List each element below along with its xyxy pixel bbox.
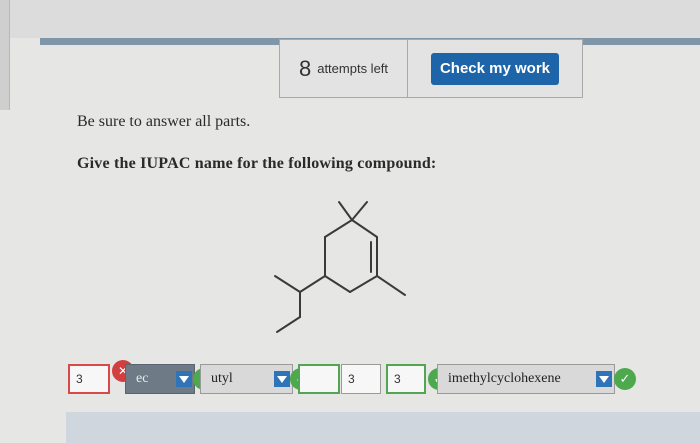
attempts-count: 8 <box>298 55 312 81</box>
locant-4-input[interactable]: 3 <box>386 364 426 394</box>
attempts-indicator: 8 attempts left <box>280 40 408 97</box>
bottom-strip <box>66 412 700 443</box>
chevron-down-icon <box>596 371 612 387</box>
instruction-text: Be sure to answer all parts. <box>77 113 251 130</box>
check-icon: ✓ <box>614 368 636 390</box>
prefix-1-select[interactable]: ec <box>125 364 195 394</box>
name-1-select[interactable]: utyl <box>200 364 293 394</box>
chevron-down-icon <box>274 371 290 387</box>
locant-3-input[interactable]: 3 <box>341 364 381 394</box>
left-panel-edge <box>0 0 10 110</box>
top-band <box>0 0 700 38</box>
attempts-label: attempts left <box>317 61 389 76</box>
name-1-value: utyl <box>211 371 233 386</box>
answer-row: 3 ✕ ec ✓ utyl ✓ 3 3 ✓ imethylcyclohexene… <box>0 360 700 404</box>
prefix-1-value: ec <box>136 371 149 386</box>
question-text: Give the IUPAC name for the following co… <box>77 155 437 172</box>
check-button-wrap: Check my work <box>408 40 582 97</box>
name-2-select[interactable]: imethylcyclohexene <box>437 364 615 394</box>
toolbar: 8 attempts left Check my work <box>279 39 583 98</box>
locant-1-input[interactable]: 3 <box>68 364 110 394</box>
chevron-down-icon <box>176 371 192 387</box>
name-2-value: imethylcyclohexene <box>448 371 561 386</box>
check-my-work-button[interactable]: Check my work <box>431 52 559 85</box>
compound-structure <box>274 201 406 333</box>
locant-2-input[interactable] <box>298 364 340 394</box>
